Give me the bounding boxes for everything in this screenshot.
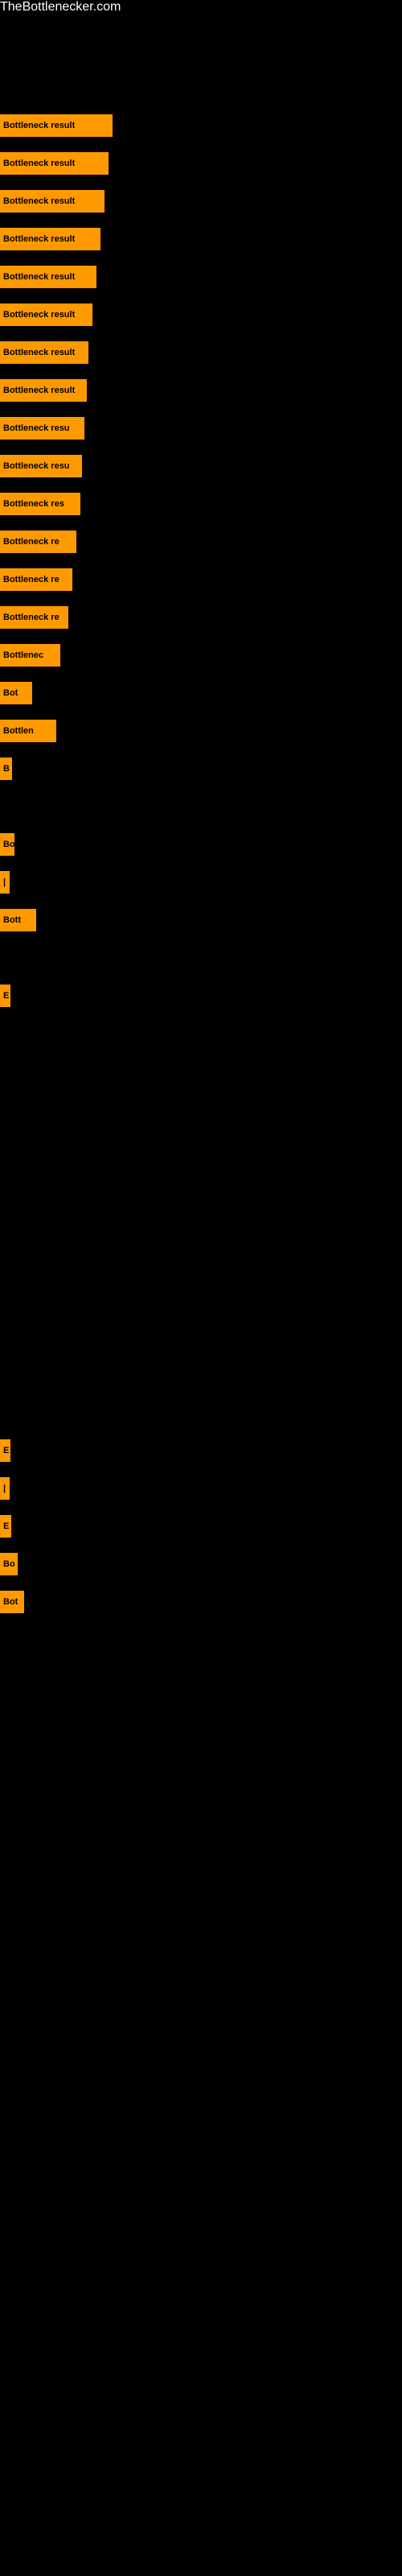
bar-label: Bottleneck resu [0,417,84,440]
bar-label: Bottleneck result [0,379,87,402]
bar-label: Bottleneck res [0,493,80,515]
site-title: TheBottlenecker.com [0,0,402,14]
bar-label: Bottleneck resu [0,455,82,477]
bar-label: Bottleneck re [0,568,72,591]
bar-label: Bottleneck result [0,190,105,213]
bar-label: Bottlen [0,720,56,742]
bar-item-3: Bottleneck result [0,228,100,250]
bar-item-17: B [0,758,12,780]
bar-label: Bo [0,833,14,856]
bar-item-18: Bo [0,833,14,856]
bar-label: Bot [0,1591,24,1613]
bar-item-6: Bottleneck result [0,341,88,364]
bar-item-21: E [0,985,10,1007]
bar-label: Bottleneck re [0,530,76,553]
bar-item-11: Bottleneck re [0,530,76,553]
bar-item-0: Bottleneck result [0,114,113,137]
bar-label: E [0,1439,10,1462]
bar-item-13: Bottleneck re [0,606,68,629]
bar-item-25: Bo [0,1553,18,1575]
bar-label: Bott [0,909,36,931]
bar-label: Bottleneck result [0,152,109,175]
bar-label: Bottlenec [0,644,60,667]
bar-label: Bo [0,1553,18,1575]
bar-item-22: E [0,1439,10,1462]
bar-item-5: Bottleneck result [0,303,92,326]
bar-item-2: Bottleneck result [0,190,105,213]
bar-label: Bottleneck result [0,303,92,326]
bar-item-19: | [0,871,10,894]
bar-label: Bottleneck result [0,114,113,137]
bar-label: | [0,871,10,894]
bar-label: Bot [0,682,32,704]
bar-label: E [0,1515,11,1538]
bar-label: B [0,758,12,780]
bar-item-8: Bottleneck resu [0,417,84,440]
bar-label: Bottleneck re [0,606,68,629]
bar-label: Bottleneck result [0,228,100,250]
bar-item-24: E [0,1515,11,1538]
bar-label: | [0,1477,10,1500]
bar-item-9: Bottleneck resu [0,455,82,477]
bar-item-1: Bottleneck result [0,152,109,175]
bar-label: Bottleneck result [0,266,96,288]
bar-item-20: Bott [0,909,36,931]
bar-item-16: Bottlen [0,720,56,742]
bar-item-23: | [0,1477,10,1500]
bar-label: E [0,985,10,1007]
bar-item-14: Bottlenec [0,644,60,667]
bar-label: Bottleneck result [0,341,88,364]
bar-item-10: Bottleneck res [0,493,80,515]
bar-item-4: Bottleneck result [0,266,96,288]
bar-item-26: Bot [0,1591,24,1613]
bar-item-12: Bottleneck re [0,568,72,591]
bar-item-7: Bottleneck result [0,379,87,402]
bar-item-15: Bot [0,682,32,704]
